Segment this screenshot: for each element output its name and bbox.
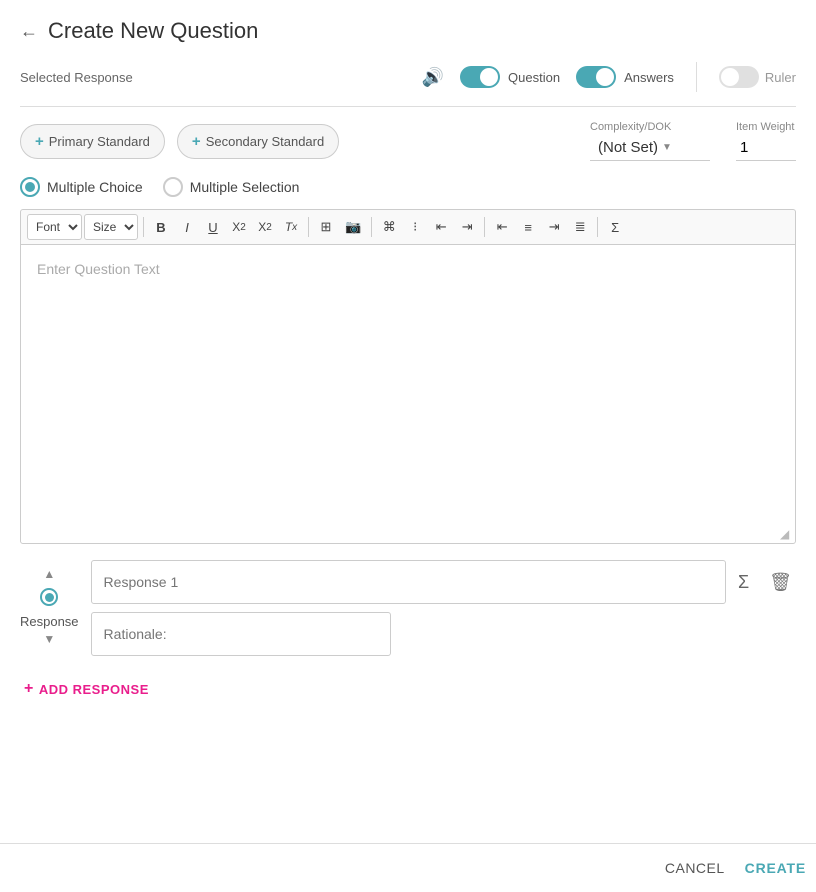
response-radio[interactable] (40, 588, 58, 606)
complexity-select[interactable]: Complexity/DOK (Not Set) ▼ (590, 121, 710, 161)
speaker-icon[interactable]: 🔊 (422, 67, 444, 88)
answers-toggle-label: Answers (624, 70, 674, 85)
multiple-choice-radio[interactable] (20, 177, 40, 197)
formula-button[interactable]: Σ (603, 214, 627, 240)
unordered-list-button[interactable]: ⁝ (403, 214, 427, 240)
add-response-button[interactable]: + ADD RESPONSE (24, 680, 149, 698)
primary-standard-plus-icon: + (35, 133, 44, 150)
response-inputs: Σ (91, 560, 754, 664)
multiple-choice-option[interactable]: Multiple Choice (20, 177, 143, 197)
response-label: Response (20, 614, 79, 629)
response-1-input[interactable] (91, 560, 726, 604)
multiple-selection-label: Multiple Selection (190, 179, 300, 195)
primary-standard-label: Primary Standard (49, 134, 150, 149)
increase-indent-button[interactable]: ⇥ (455, 214, 479, 240)
rationale-input[interactable] (91, 612, 391, 656)
footer: CANCEL CREATE (0, 843, 816, 892)
item-weight-input[interactable] (736, 135, 796, 161)
underline-button[interactable]: U (201, 214, 225, 240)
selected-response-label: Selected Response (20, 70, 133, 85)
superscript-button[interactable]: X2 (253, 214, 277, 240)
question-editor[interactable]: Enter Question Text ◢ (20, 244, 796, 544)
multiple-selection-radio[interactable] (163, 177, 183, 197)
nav-up-arrow-icon[interactable]: ▲ (43, 568, 55, 580)
delete-response-button[interactable]: 🗑 (765, 568, 796, 597)
complexity-label: Complexity/DOK (590, 121, 710, 133)
justify-button[interactable]: ≣ (568, 214, 592, 240)
primary-standard-button[interactable]: + Primary Standard (20, 124, 165, 159)
secondary-standard-label: Secondary Standard (206, 134, 325, 149)
table-button[interactable]: ⊞ (314, 214, 338, 240)
align-right-button[interactable]: ⇥ (542, 214, 566, 240)
nav-down-arrow-icon[interactable]: ▼ (43, 633, 55, 645)
image-button[interactable]: 📷 (340, 214, 366, 240)
cancel-button[interactable]: CANCEL (665, 860, 725, 876)
resize-handle-icon[interactable]: ◢ (780, 528, 792, 540)
editor-toolbar: Font Size B I U X2 X2 Tx ⊞ 📷 ⌘ ⁝ ⇤ ⇥ ⇤ ≡… (20, 209, 796, 244)
ruler-toggle[interactable] (719, 66, 759, 88)
complexity-dropdown-icon: ▼ (662, 142, 672, 153)
decrease-indent-button[interactable]: ⇤ (429, 214, 453, 240)
add-response-label: ADD RESPONSE (39, 682, 149, 697)
ordered-list-button[interactable]: ⌘ (377, 214, 401, 240)
size-select[interactable]: Size (84, 214, 138, 240)
item-weight-label: Item Weight (736, 121, 796, 133)
align-center-button[interactable]: ≡ (516, 214, 540, 240)
align-left-button[interactable]: ⇤ (490, 214, 514, 240)
secondary-standard-plus-icon: + (192, 133, 201, 150)
ruler-toggle-label: Ruler (765, 70, 796, 85)
clear-format-button[interactable]: Tx (279, 214, 303, 240)
answers-toggle[interactable] (576, 66, 616, 88)
font-select[interactable]: Font (27, 214, 82, 240)
subscript-button[interactable]: X2 (227, 214, 251, 240)
back-arrow-icon[interactable]: ← (20, 21, 38, 42)
editor-placeholder: Enter Question Text (37, 261, 160, 277)
response-formula-button[interactable]: Σ (734, 568, 753, 597)
bold-button[interactable]: B (149, 214, 173, 240)
page-title: Create New Question (48, 18, 258, 44)
multiple-selection-option[interactable]: Multiple Selection (163, 177, 300, 197)
question-toggle-label: Question (508, 70, 560, 85)
secondary-standard-button[interactable]: + Secondary Standard (177, 124, 339, 159)
add-response-plus-icon: + (24, 680, 34, 698)
create-button[interactable]: CREATE (745, 860, 806, 876)
multiple-choice-label: Multiple Choice (47, 179, 143, 195)
italic-button[interactable]: I (175, 214, 199, 240)
response-nav: ▲ Response ▼ (20, 560, 79, 645)
question-toggle[interactable] (460, 66, 500, 88)
complexity-value: (Not Set) (598, 139, 658, 156)
